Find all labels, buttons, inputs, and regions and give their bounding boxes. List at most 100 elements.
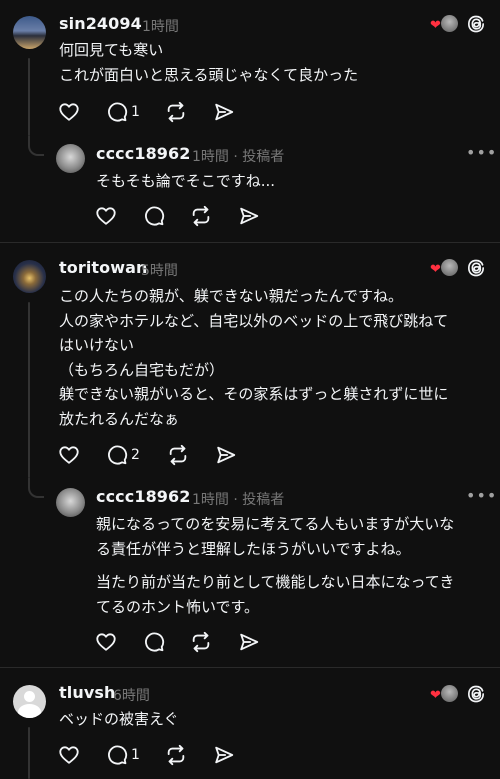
heart-outline-icon: [95, 631, 117, 653]
timestamp-value: 1時間: [192, 149, 229, 165]
share-button[interactable]: [213, 744, 235, 766]
liked-by-author-badge: ❤: [430, 14, 458, 34]
avatar[interactable]: [13, 685, 46, 718]
comment-line: てるのホント怖いです。: [96, 597, 260, 616]
timestamp: 1時間 · 投稿者: [192, 146, 284, 166]
reply-button[interactable]: 1: [106, 744, 140, 766]
username[interactable]: sin24094: [59, 14, 142, 33]
repost-arrows-icon: [190, 205, 212, 227]
author-tag: · 投稿者: [233, 492, 285, 508]
repost-arrows-icon: [165, 101, 187, 123]
repost-button[interactable]: [190, 205, 212, 227]
timestamp: 1時間 · 投稿者: [192, 489, 284, 509]
comment-line: この人たちの親が、躾できない親だったんですね。: [59, 287, 403, 305]
avatar[interactable]: [56, 488, 85, 517]
like-button[interactable]: [95, 205, 117, 227]
comment-line: （もちろん自宅もだが）: [59, 360, 225, 379]
heart-outline-icon: [58, 444, 80, 466]
reply-button[interactable]: [143, 205, 165, 227]
timestamp: 6時間: [113, 688, 150, 704]
like-button[interactable]: [95, 631, 117, 653]
avatar[interactable]: [13, 260, 46, 293]
divider: [0, 242, 500, 243]
repost-button[interactable]: [190, 631, 212, 653]
paper-plane-icon: [213, 101, 235, 123]
comment-line: 親になるってのを安易に考えてる人もいますが大いな: [96, 515, 455, 533]
threads-logo-icon[interactable]: [466, 684, 486, 704]
author-tag: · 投稿者: [233, 149, 285, 165]
more-dots-icon[interactable]: •••: [466, 143, 497, 162]
liked-by-author-badge: ❤: [430, 258, 458, 278]
paper-plane-icon: [238, 205, 260, 227]
comment-text: 当たり前が当たり前として機能しない日本になってき てるのホント怖いです。: [96, 570, 491, 619]
repost-button[interactable]: [165, 744, 187, 766]
repost-arrows-icon: [190, 631, 212, 653]
timestamp: 5時間: [141, 263, 178, 279]
thread-line: [28, 58, 30, 136]
speech-bubble-icon: [106, 444, 128, 466]
comment-text: 親になるってのを安易に考えてる人もいますが大いな る責任が伴うと理解したほうがい…: [96, 512, 491, 561]
comment-line: そもそも論でそこですね...: [96, 172, 276, 190]
thread-line: [28, 727, 30, 779]
repost-button[interactable]: [165, 101, 187, 123]
heart-outline-icon: [58, 744, 80, 766]
timestamp-value: 1時間: [192, 492, 229, 508]
like-button[interactable]: [58, 744, 80, 766]
username[interactable]: cccc18962: [96, 144, 191, 163]
thread-line: [28, 136, 44, 156]
thread-line: [28, 478, 44, 498]
heart-outline-icon: [58, 101, 80, 123]
comment-line: 人の家やホテルなど、自宅以外のベッドの上で飛び跳ねて: [59, 311, 449, 330]
author-mini-avatar: [441, 15, 458, 32]
reply-button[interactable]: [143, 631, 165, 653]
paper-plane-icon: [238, 631, 260, 653]
comment-text: この人たちの親が、躾できない親だったんですね。 人の家やホテルなど、自宅以外のベ…: [59, 284, 489, 431]
username[interactable]: cccc18962: [96, 487, 191, 506]
threads-logo-icon[interactable]: [466, 14, 486, 34]
comment-line: ベッドの被害えぐ: [59, 710, 179, 728]
heart-outline-icon: [95, 205, 117, 227]
comment-line: る責任が伴うと理解したほうがいいですよね。: [96, 539, 411, 558]
share-button[interactable]: [238, 631, 260, 653]
speech-bubble-icon: [143, 631, 165, 653]
reply-count: 1: [131, 104, 140, 120]
liked-by-author-badge: ❤: [430, 684, 458, 704]
repost-button[interactable]: [167, 444, 189, 466]
paper-plane-icon: [213, 744, 235, 766]
more-dots-icon[interactable]: •••: [466, 486, 497, 505]
thread-line: [28, 302, 30, 478]
paper-plane-icon: [215, 444, 237, 466]
like-button[interactable]: [58, 101, 80, 123]
username[interactable]: toritowan: [59, 258, 148, 277]
avatar[interactable]: [56, 144, 85, 173]
share-button[interactable]: [213, 101, 235, 123]
comment-line: 何回見ても寒い: [59, 41, 164, 59]
comment-line: 放たれるんだなぁ: [59, 409, 180, 428]
reply-count: 2: [131, 447, 140, 463]
comment-line: これが面白いと思える頭じゃなくて良かった: [59, 65, 359, 84]
author-mini-avatar: [441, 259, 458, 276]
speech-bubble-icon: [143, 205, 165, 227]
comment-line: 躾できない親がいると、その家系はずっと躾されずに世に: [59, 385, 449, 403]
red-heart-avatar-badge-icon: ❤: [430, 688, 441, 703]
red-heart-avatar-badge-icon: ❤: [430, 262, 441, 277]
divider: [0, 667, 500, 668]
repost-arrows-icon: [167, 444, 189, 466]
like-button[interactable]: [58, 444, 80, 466]
username[interactable]: tluvsh: [59, 683, 115, 702]
default-avatar-icon: [24, 691, 35, 702]
comment-text: そもそも論でそこですね...: [96, 169, 486, 194]
reply-button[interactable]: 1: [106, 101, 140, 123]
share-button[interactable]: [215, 444, 237, 466]
share-button[interactable]: [238, 205, 260, 227]
comment-line: 当たり前が当たり前として機能しない日本になってき: [96, 573, 455, 591]
avatar[interactable]: [13, 16, 46, 49]
red-heart-avatar-badge-icon: ❤: [430, 18, 441, 33]
reply-count: 1: [131, 747, 140, 763]
comment-text: ベッドの被害えぐ: [59, 707, 479, 732]
threads-logo-icon[interactable]: [466, 258, 486, 278]
reply-button[interactable]: 2: [106, 444, 140, 466]
timestamp: 1時間: [142, 19, 179, 35]
speech-bubble-icon: [106, 101, 128, 123]
comment-line: はいけない: [59, 336, 135, 354]
